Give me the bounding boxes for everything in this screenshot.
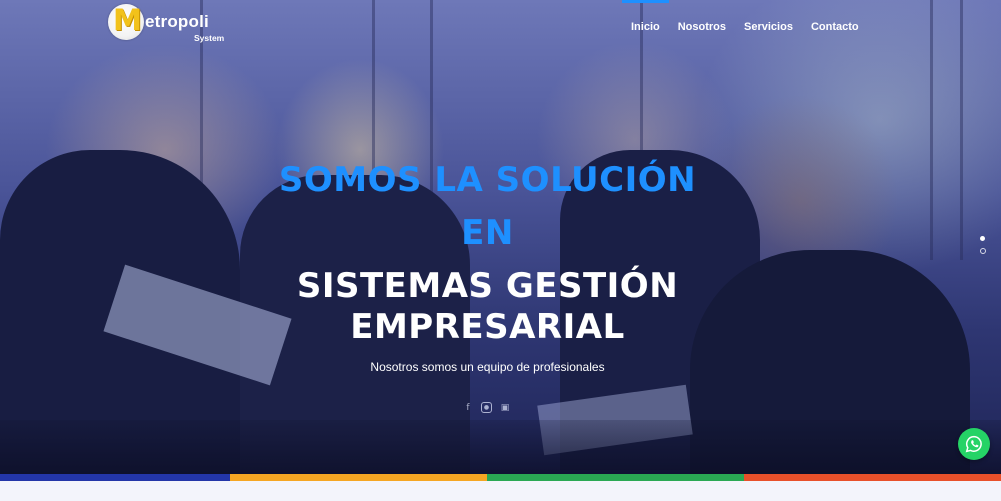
stripe-segment-blue	[0, 474, 230, 481]
brand-logo[interactable]: M etropoli System	[108, 2, 238, 46]
page-below-hero	[0, 481, 1001, 501]
stripe-segment-green	[487, 474, 744, 481]
nav-item-label: Nosotros	[677, 21, 727, 33]
whatsapp-button[interactable]	[958, 428, 990, 460]
stripe-segment-orange	[230, 474, 487, 481]
nav-item-label: Servicios	[744, 21, 793, 33]
nav-item-label: Contacto	[810, 21, 859, 33]
hero-tagline: Nosotros somos un equipo de profesionale…	[370, 360, 605, 374]
whatsapp-icon	[965, 435, 982, 453]
youtube-icon[interactable]: ▣	[499, 402, 511, 414]
social-links: f ● ▣	[462, 402, 511, 414]
brand-name: etropoli	[145, 12, 209, 31]
footer-color-stripe	[0, 474, 1001, 481]
slider-dot-1[interactable]	[980, 236, 985, 241]
hero-headline-line3: SISTEMAS GESTIÓN	[296, 266, 679, 306]
logo-letter: M	[113, 3, 142, 37]
nav-item-label: Inicio	[631, 21, 660, 33]
nav-item-nosotros[interactable]: Nosotros	[669, 0, 735, 40]
background-table	[0, 420, 1001, 474]
brand-subtitle: System	[194, 33, 225, 43]
slider-pagination	[980, 236, 986, 261]
facebook-icon[interactable]: f	[462, 402, 474, 414]
slider-dot-2[interactable]	[980, 248, 986, 254]
hero-headline-line1: SOMOS LA SOLUCIÓN	[278, 160, 697, 200]
hero-headline-line4: EMPRESARIAL	[350, 307, 625, 347]
nav-item-servicios[interactable]: Servicios	[735, 0, 802, 40]
active-indicator	[622, 0, 669, 3]
nav-item-inicio[interactable]: Inicio	[622, 0, 669, 40]
nav-item-contacto[interactable]: Contacto	[802, 0, 868, 40]
hero-headline-line2: EN	[461, 213, 514, 253]
main-navigation: Inicio Nosotros Servicios Contacto	[622, 0, 868, 40]
hero-banner: M etropoli System Inicio Nosotros Servic…	[0, 0, 1001, 474]
instagram-icon[interactable]: ●	[481, 402, 492, 413]
stripe-segment-red	[744, 474, 1001, 481]
